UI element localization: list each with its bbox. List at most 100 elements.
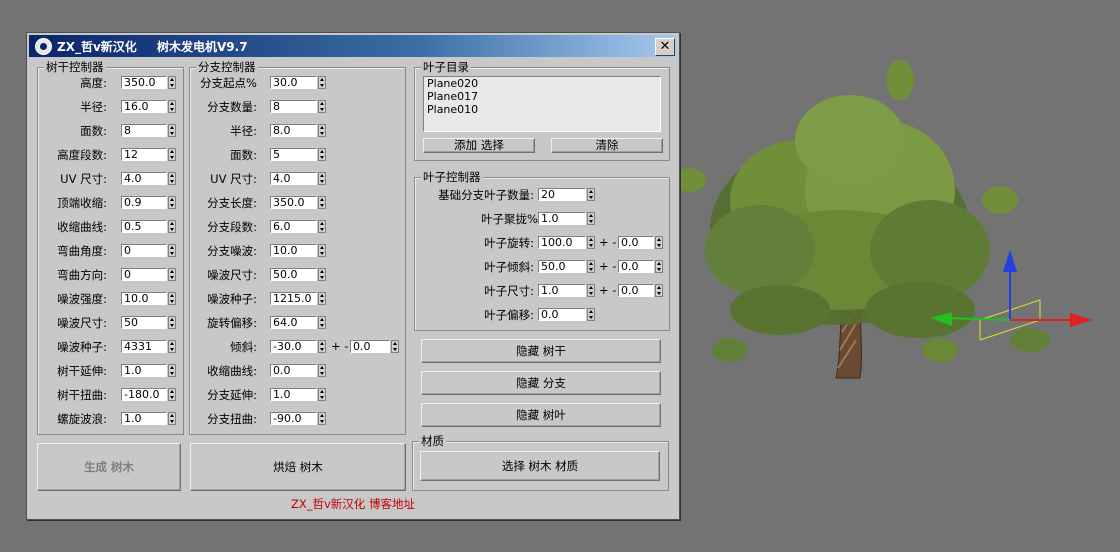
spinner-arrows-icon[interactable] <box>168 172 176 185</box>
branch-spinner[interactable] <box>270 220 326 234</box>
branch-spinner[interactable] <box>270 196 326 210</box>
spinner-arrows-icon[interactable] <box>318 412 326 425</box>
spinner-arrows-icon[interactable] <box>318 148 326 161</box>
list-item[interactable]: Plane017 <box>424 90 660 103</box>
spinner-arrows-icon[interactable] <box>318 244 326 257</box>
branch-input[interactable] <box>270 196 317 209</box>
spinner-arrows-icon[interactable] <box>168 148 176 161</box>
spinner-arrows-icon[interactable] <box>318 340 326 353</box>
hide-branch-button[interactable]: 隐藏 分支 <box>421 371 661 395</box>
spinner-arrows-icon[interactable] <box>655 236 663 249</box>
trunk-spinner[interactable] <box>121 124 176 138</box>
spinner-arrows-icon[interactable] <box>168 100 176 113</box>
leaf-offset-spinner[interactable] <box>538 308 595 322</box>
spinner-arrows-icon[interactable] <box>168 76 176 89</box>
branch-spinner[interactable] <box>270 244 326 258</box>
leaf-tilt-variance-input[interactable] <box>618 260 654 273</box>
leaf-cluster-spinner[interactable] <box>538 212 595 226</box>
spinner-arrows-icon[interactable] <box>587 188 595 201</box>
add-selection-button[interactable]: 添加 选择 <box>423 138 535 153</box>
trunk-input[interactable] <box>121 412 167 425</box>
trunk-spinner[interactable] <box>121 76 176 90</box>
close-button[interactable]: ✕ <box>655 38 675 56</box>
leaf-listbox[interactable]: Plane020 Plane017 Plane010 <box>423 76 661 132</box>
leaf-tilt-input[interactable] <box>538 260 586 273</box>
branch-spinner[interactable] <box>270 148 326 162</box>
trunk-spinner[interactable] <box>121 292 176 306</box>
generate-tree-button[interactable]: 生成 树木 <box>37 443 181 491</box>
spinner-arrows-icon[interactable] <box>318 172 326 185</box>
trunk-spinner[interactable] <box>121 316 176 330</box>
trunk-input[interactable] <box>121 100 167 113</box>
spinner-arrows-icon[interactable] <box>587 236 595 249</box>
leaf-tilt-variance-spinner[interactable] <box>618 260 663 274</box>
trunk-input[interactable] <box>121 388 167 401</box>
spinner-arrows-icon[interactable] <box>587 212 595 225</box>
leaf-size-spinner[interactable] <box>538 284 595 298</box>
spinner-arrows-icon[interactable] <box>318 268 326 281</box>
branch-input[interactable] <box>270 364 317 377</box>
spinner-arrows-icon[interactable] <box>168 412 176 425</box>
spinner-arrows-icon[interactable] <box>318 364 326 377</box>
spinner-arrows-icon[interactable] <box>318 76 326 89</box>
branch-spinner[interactable] <box>270 172 326 186</box>
branch-spinner[interactable] <box>270 292 326 306</box>
spinner-arrows-icon[interactable] <box>168 364 176 377</box>
spinner-arrows-icon[interactable] <box>168 196 176 209</box>
spinner-arrows-icon[interactable] <box>168 388 176 401</box>
leaf-rotate-variance-spinner[interactable] <box>618 236 663 250</box>
branch-spinner[interactable] <box>270 100 326 114</box>
branch-input[interactable] <box>270 124 317 137</box>
trunk-input[interactable] <box>121 148 167 161</box>
spinner-arrows-icon[interactable] <box>168 340 176 353</box>
spinner-arrows-icon[interactable] <box>318 220 326 233</box>
branch-input[interactable] <box>270 340 317 353</box>
spinner-arrows-icon[interactable] <box>318 292 326 305</box>
leaf-rotate-input[interactable] <box>538 236 586 249</box>
leaf-size-variance-input[interactable] <box>618 284 654 297</box>
trunk-input[interactable] <box>121 364 167 377</box>
spinner-arrows-icon[interactable] <box>655 260 663 273</box>
trunk-input[interactable] <box>121 292 167 305</box>
branch-input[interactable] <box>270 148 317 161</box>
leaf-offset-input[interactable] <box>538 308 586 321</box>
tilt-variance-spinner[interactable] <box>350 340 399 354</box>
spinner-arrows-icon[interactable] <box>168 268 176 281</box>
spinner-arrows-icon[interactable] <box>655 284 663 297</box>
branch-input[interactable] <box>270 172 317 185</box>
spinner-arrows-icon[interactable] <box>318 100 326 113</box>
leaf-rotate-spinner[interactable] <box>538 236 595 250</box>
trunk-spinner[interactable] <box>121 244 176 258</box>
branch-spinner[interactable] <box>270 412 326 426</box>
clear-button[interactable]: 清除 <box>551 138 663 153</box>
select-material-button[interactable]: 选择 树木 材质 <box>420 451 660 481</box>
spinner-arrows-icon[interactable] <box>168 292 176 305</box>
spinner-arrows-icon[interactable] <box>318 196 326 209</box>
title-bar[interactable]: ZX_哲v新汉化 树木发电机V9.7 ✕ <box>29 35 677 57</box>
spinner-arrows-icon[interactable] <box>587 260 595 273</box>
spinner-arrows-icon[interactable] <box>168 244 176 257</box>
spinner-arrows-icon[interactable] <box>318 124 326 137</box>
branch-input[interactable] <box>270 292 317 305</box>
tilt-variance-input[interactable] <box>350 340 390 353</box>
branch-input[interactable] <box>270 76 317 89</box>
hide-trunk-button[interactable]: 隐藏 树干 <box>421 339 661 363</box>
trunk-spinner[interactable] <box>121 100 176 114</box>
leaf-rotate-variance-input[interactable] <box>618 236 654 249</box>
spinner-arrows-icon[interactable] <box>318 316 326 329</box>
spinner-arrows-icon[interactable] <box>587 308 595 321</box>
bake-tree-button[interactable]: 烘焙 树木 <box>190 443 406 491</box>
branch-spinner[interactable] <box>270 388 326 402</box>
leaf-tilt-spinner[interactable] <box>538 260 595 274</box>
spinner-arrows-icon[interactable] <box>318 388 326 401</box>
leaf-cluster-input[interactable] <box>538 212 586 225</box>
trunk-input[interactable] <box>121 172 167 185</box>
branch-spinner[interactable] <box>270 268 326 282</box>
trunk-input[interactable] <box>121 316 167 329</box>
branch-input[interactable] <box>270 268 317 281</box>
spinner-arrows-icon[interactable] <box>168 220 176 233</box>
branch-spinner[interactable] <box>270 124 326 138</box>
blog-link[interactable]: ZX_哲v新汉化 博客地址 <box>291 496 415 512</box>
trunk-spinner[interactable] <box>121 220 176 234</box>
trunk-input[interactable] <box>121 340 167 353</box>
